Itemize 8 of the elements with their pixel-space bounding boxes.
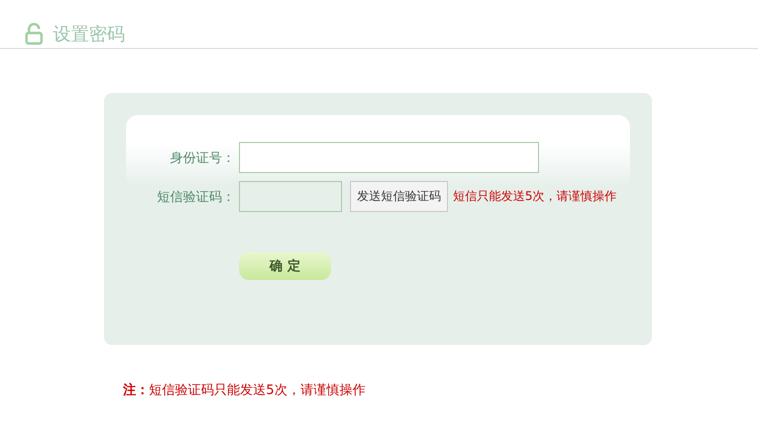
- field-label: 短信验证码：: [156, 188, 236, 206]
- warning-text: 短信只能发送5次，请谨慎操作: [453, 188, 617, 205]
- note-text: 注：短信验证码只能发送5次，请谨慎操作: [123, 382, 366, 399]
- page-title: 设置密码: [53, 23, 125, 46]
- field-label: 身份证号：: [169, 150, 236, 166]
- id-number-field[interactable]: [239, 142, 539, 173]
- unlocked-padlock-icon: [25, 23, 43, 45]
- confirm-button[interactable]: 确 定: [239, 252, 331, 280]
